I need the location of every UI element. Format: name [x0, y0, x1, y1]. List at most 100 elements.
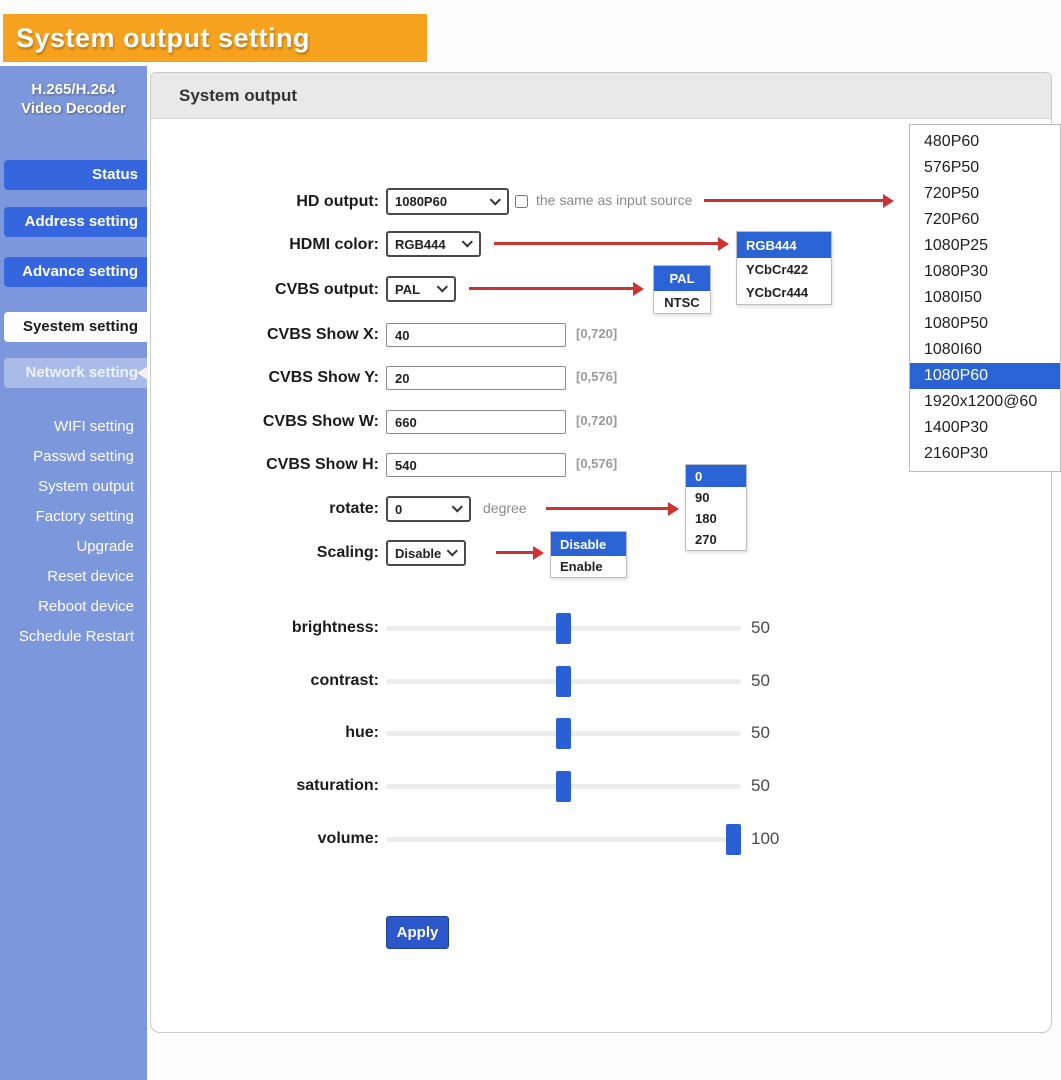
brightness-value: 50: [751, 618, 770, 638]
cvbs-output-annotation-arrow: [469, 287, 634, 290]
cvbs-show-x-label: CVBS Show X:: [179, 324, 379, 346]
sidebar: H.265/H.264 Video Decoder Status Address…: [0, 66, 147, 1080]
rotate-option-selected[interactable]: 0: [686, 465, 746, 487]
sidebar-item-system-setting[interactable]: Syestem setting: [4, 312, 147, 342]
contrast-label: contrast:: [179, 670, 379, 692]
cvbs-option[interactable]: NTSC: [654, 291, 710, 313]
sidebar-item-network-setting-label: Network setting: [25, 364, 138, 381]
system-output-panel: System output HD output: 1080P60 the sam…: [150, 72, 1052, 1033]
contrast-value: 50: [751, 671, 770, 691]
resolution-option[interactable]: 1080I60: [910, 337, 1060, 363]
chevron-down-icon: [462, 236, 473, 247]
sidebar-item-network-setting[interactable]: Network setting: [4, 358, 147, 388]
cvbs-show-x-input[interactable]: [386, 323, 566, 347]
scaling-select[interactable]: Disable: [386, 540, 466, 566]
hdmi-option[interactable]: YCbCr444: [737, 281, 831, 304]
volume-label: volume:: [179, 828, 379, 850]
cvbs-output-value: PAL: [395, 282, 420, 297]
sidebar-link-reboot-device[interactable]: Reboot device: [0, 597, 147, 617]
cvbs-output-select[interactable]: PAL: [386, 276, 456, 302]
resolution-option-selected[interactable]: 1080P60: [910, 363, 1060, 389]
rotate-options-popup: 0 90 180 270: [685, 464, 747, 551]
hue-slider-thumb[interactable]: [556, 718, 571, 749]
cvbs-option-selected[interactable]: PAL: [654, 266, 710, 291]
sidebar-item-address-setting[interactable]: Address setting: [4, 207, 147, 237]
hd-output-select[interactable]: 1080P60: [386, 188, 509, 215]
resolution-option[interactable]: 1080P50: [910, 311, 1060, 337]
chevron-down-icon: [447, 545, 458, 556]
rotate-select[interactable]: 0: [386, 496, 471, 522]
panel-title: System output: [151, 73, 1051, 119]
same-as-input-checkbox[interactable]: [515, 195, 528, 208]
resolution-option[interactable]: 720P60: [910, 207, 1060, 233]
same-as-input-label: the same as input source: [536, 192, 692, 208]
resolution-option[interactable]: 480P60: [910, 129, 1060, 155]
resolution-option[interactable]: 2160P30: [910, 441, 1060, 467]
sidebar-link-passwd-setting[interactable]: Passwd setting: [0, 447, 147, 467]
hd-output-label: HD output:: [179, 191, 379, 213]
scaling-option-selected[interactable]: Disable: [551, 532, 626, 556]
cvbs-show-h-range: [0,576]: [576, 456, 617, 471]
sidebar-link-wifi-setting[interactable]: WIFI setting: [0, 417, 147, 437]
scaling-option[interactable]: Enable: [551, 556, 626, 577]
hd-output-value: 1080P60: [395, 194, 447, 209]
brightness-slider-thumb[interactable]: [556, 613, 571, 644]
rotate-value: 0: [395, 502, 402, 517]
hdmi-color-annotation-arrow: [494, 242, 719, 245]
cvbs-show-h-input[interactable]: [386, 453, 566, 477]
rotate-option[interactable]: 180: [686, 508, 746, 529]
sidebar-link-system-output[interactable]: System output: [0, 477, 147, 497]
cvbs-show-w-range: [0,720]: [576, 413, 617, 428]
rotate-unit: degree: [483, 500, 527, 516]
cvbs-show-y-input[interactable]: [386, 366, 566, 390]
resolution-option[interactable]: 576P50: [910, 155, 1060, 181]
page-title: System output setting: [3, 14, 427, 62]
chevron-down-icon: [437, 281, 448, 292]
scaling-label: Scaling:: [179, 542, 379, 564]
contrast-slider-thumb[interactable]: [556, 666, 571, 697]
volume-value: 100: [751, 829, 779, 849]
rotate-option[interactable]: 90: [686, 487, 746, 508]
cvbs-show-w-label: CVBS Show W:: [179, 411, 379, 433]
brand-line1: H.265/H.264: [0, 80, 147, 99]
scaling-annotation-arrow: [496, 551, 534, 554]
hdmi-color-select[interactable]: RGB444: [386, 231, 481, 257]
resolution-option[interactable]: 1400P30: [910, 415, 1060, 441]
hdmi-color-label: HDMI color:: [179, 234, 379, 256]
cvbs-show-y-label: CVBS Show Y:: [179, 367, 379, 389]
resolution-option[interactable]: 1920x1200@60: [910, 389, 1060, 415]
cvbs-output-label: CVBS output:: [179, 279, 379, 301]
saturation-label: saturation:: [179, 775, 379, 797]
hue-label: hue:: [179, 722, 379, 744]
cvbs-show-w-input[interactable]: [386, 410, 566, 434]
hdmi-color-value: RGB444: [395, 237, 446, 252]
sidebar-link-reset-device[interactable]: Reset device: [0, 567, 147, 587]
sidebar-item-status[interactable]: Status: [4, 160, 147, 190]
resolution-option[interactable]: 1080P30: [910, 259, 1060, 285]
sidebar-item-advance-setting[interactable]: Advance setting: [4, 257, 147, 287]
hd-output-options-list: 480P60 576P50 720P50 720P60 1080P25 1080…: [909, 124, 1061, 472]
cvbs-output-options-popup: PAL NTSC: [653, 265, 711, 314]
chevron-down-icon: [490, 194, 501, 205]
resolution-option[interactable]: 1080P25: [910, 233, 1060, 259]
volume-slider-thumb[interactable]: [726, 824, 741, 855]
resolution-option[interactable]: 1080I50: [910, 285, 1060, 311]
cvbs-show-h-label: CVBS Show H:: [179, 454, 379, 476]
sidebar-link-upgrade[interactable]: Upgrade: [0, 537, 147, 557]
saturation-slider-thumb[interactable]: [556, 771, 571, 802]
hdmi-option-selected[interactable]: RGB444: [737, 232, 831, 258]
chevron-down-icon: [452, 501, 463, 512]
hdmi-option[interactable]: YCbCr422: [737, 258, 831, 281]
resolution-option[interactable]: 720P50: [910, 181, 1060, 207]
page: System output setting H.265/H.264 Video …: [0, 0, 1061, 1080]
cvbs-show-x-range: [0,720]: [576, 326, 617, 341]
hd-output-annotation-arrow: [704, 199, 884, 202]
sidebar-link-schedule-restart[interactable]: Schedule Restart: [0, 627, 147, 647]
apply-button[interactable]: Apply: [386, 916, 449, 949]
device-brand: H.265/H.264 Video Decoder: [0, 80, 147, 118]
volume-slider-track[interactable]: [386, 837, 741, 842]
sidebar-link-factory-setting[interactable]: Factory setting: [0, 507, 147, 527]
rotate-option[interactable]: 270: [686, 529, 746, 550]
brightness-label: brightness:: [179, 617, 379, 639]
saturation-value: 50: [751, 776, 770, 796]
